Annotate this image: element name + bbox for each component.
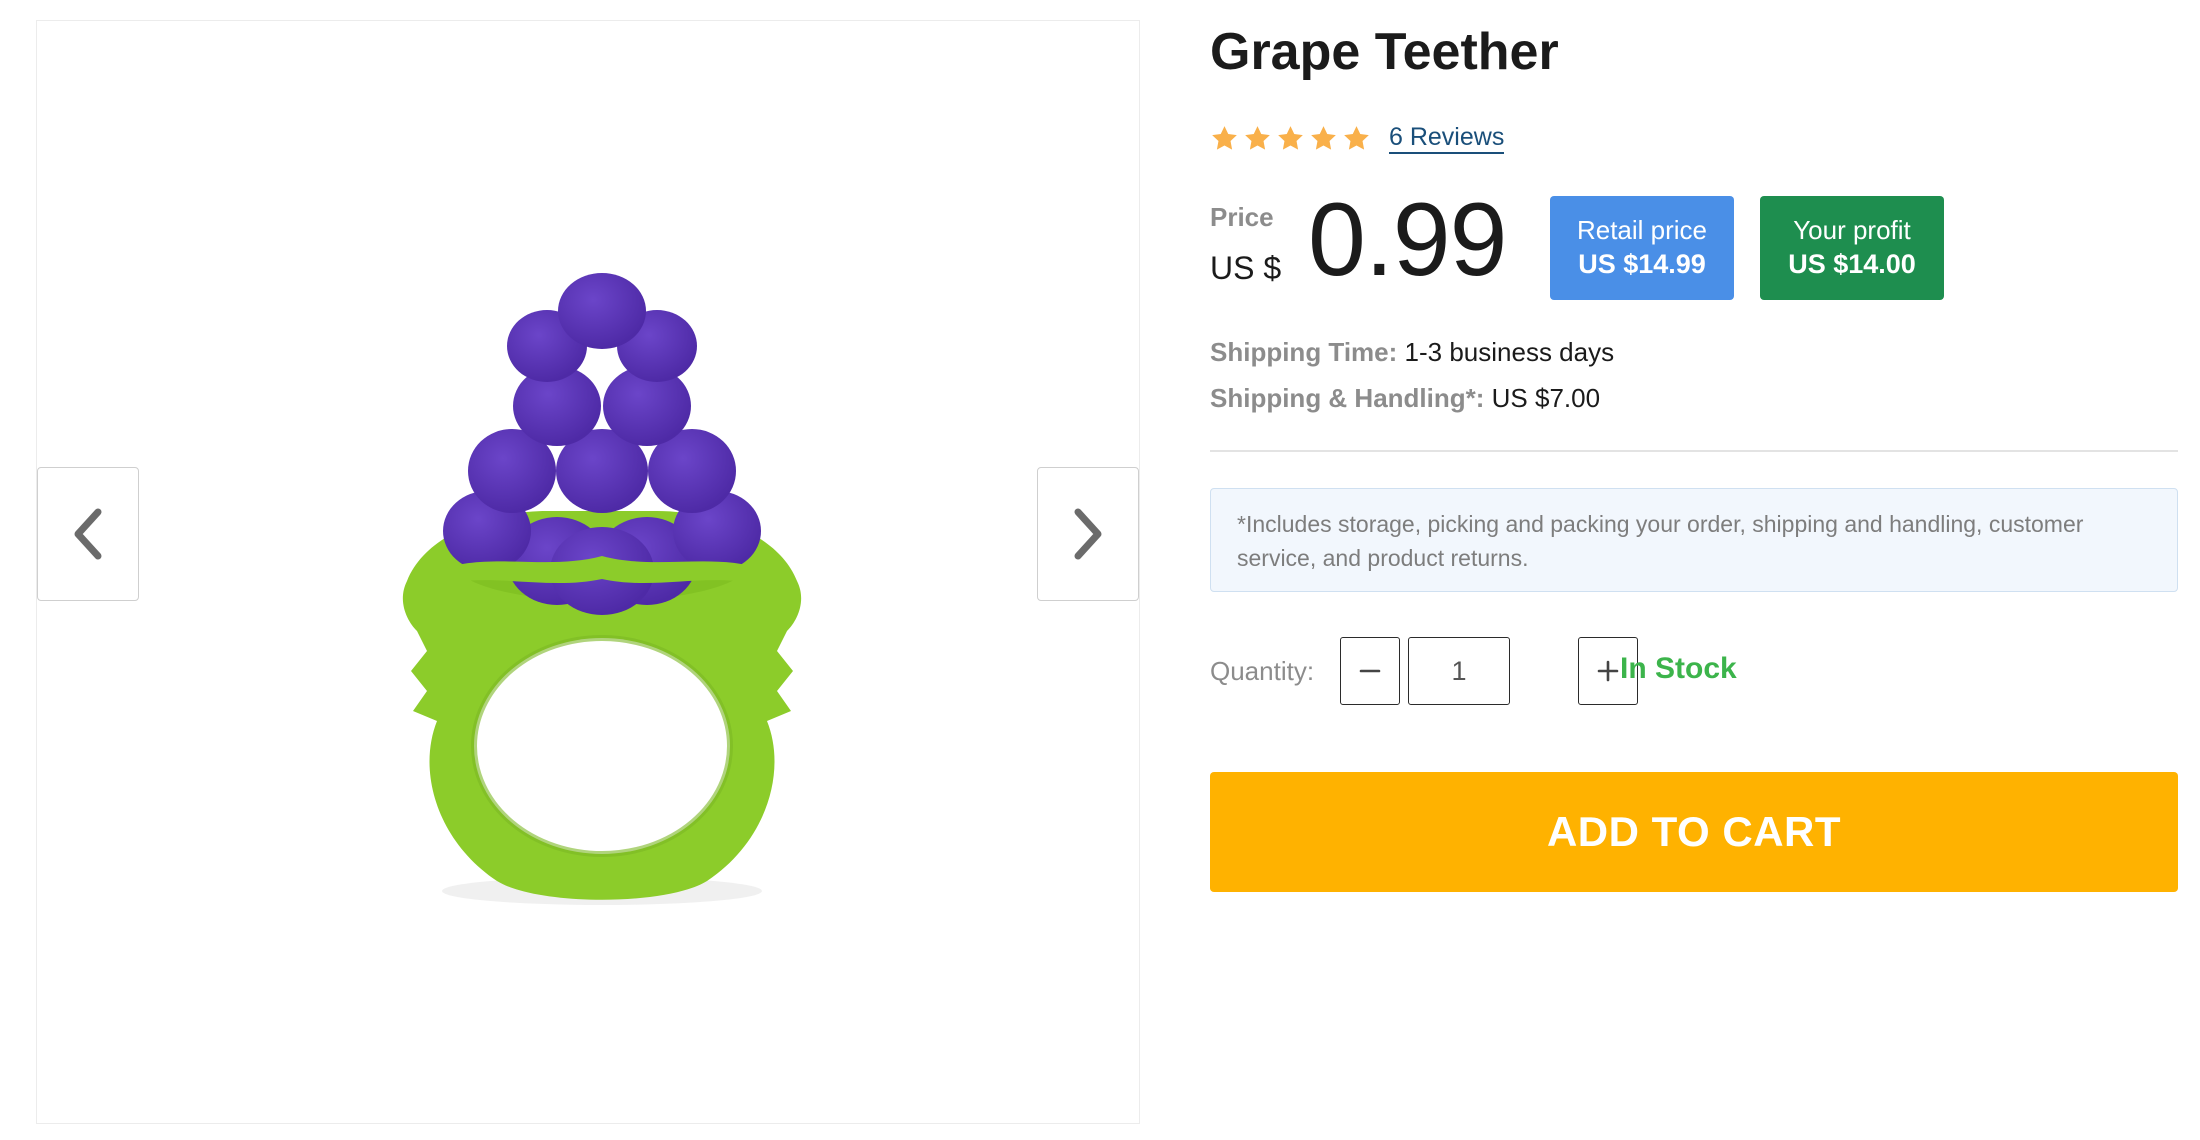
reviews-link[interactable]: 6 Reviews <box>1389 122 1505 154</box>
chevron-left-icon <box>74 508 102 560</box>
product-image <box>402 273 802 905</box>
retail-price-badge: Retail price US $14.99 <box>1550 196 1734 300</box>
shipping-time: Shipping Time: 1-3 business days <box>1210 337 1614 368</box>
retail-price-label: Retail price <box>1576 214 1708 245</box>
quantity-label: Quantity: <box>1210 656 1315 686</box>
shipping-handling-label: Shipping & Handling*: <box>1210 383 1485 413</box>
stock-status: In Stock <box>1620 652 1737 685</box>
retail-price-value: US $14.99 <box>1578 249 1706 280</box>
plus-icon <box>1597 660 1619 682</box>
profit-badge: Your profit US $14.00 <box>1760 196 1944 300</box>
price-label: Price <box>1210 202 1274 232</box>
star-icon <box>1212 125 1237 150</box>
product-rating: 6 Reviews <box>1210 122 1505 154</box>
previous-image-button[interactable] <box>37 467 139 601</box>
quantity-decrease-button[interactable] <box>1340 637 1400 705</box>
product-title: Grape Teether <box>1210 23 1559 81</box>
profit-value: US $14.00 <box>1788 249 1916 280</box>
next-image-button[interactable] <box>1037 467 1139 601</box>
divider <box>1210 450 2178 452</box>
shipping-note: *Includes storage, picking and packing y… <box>1210 488 2178 592</box>
star-icon <box>1311 125 1336 150</box>
price-currency: US $ <box>1210 250 1282 286</box>
shipping-handling-value: US $7.00 <box>1491 383 1601 413</box>
add-to-cart-button[interactable]: ADD TO CART <box>1210 772 2178 892</box>
chevron-right-icon <box>1074 508 1102 560</box>
minus-icon <box>1359 669 1381 673</box>
star-icon <box>1278 125 1303 150</box>
product-gallery <box>36 20 1140 1124</box>
price-value: 0.99 <box>1308 182 1507 298</box>
star-rating <box>1210 124 1371 153</box>
shipping-handling: Shipping & Handling*: US $7.00 <box>1210 383 1600 414</box>
shipping-time-label: Shipping Time: <box>1210 337 1398 367</box>
quantity-input[interactable] <box>1408 637 1510 705</box>
star-icon <box>1245 125 1270 150</box>
profit-label: Your profit <box>1793 214 1911 245</box>
star-icon <box>1344 125 1369 150</box>
shipping-time-value: 1-3 business days <box>1404 337 1615 367</box>
